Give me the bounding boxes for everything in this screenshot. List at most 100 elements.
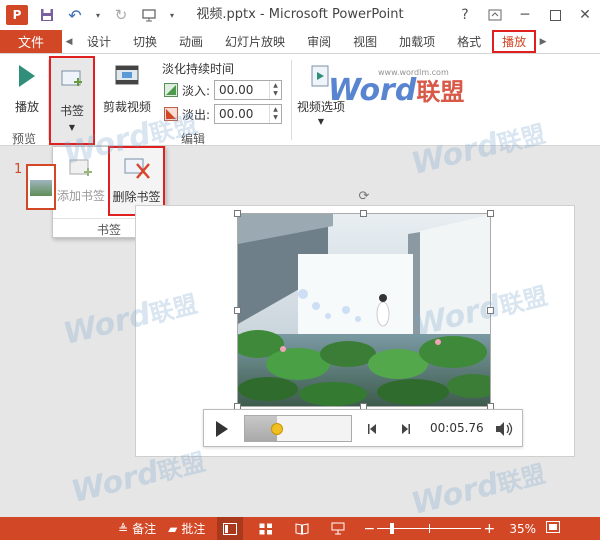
tab-addins[interactable]: 加载项 [388,30,446,53]
step-forward-icon [402,424,410,434]
tab-playback[interactable]: 播放 [492,30,537,53]
undo-dropdown-icon[interactable]: ▾ [94,6,102,24]
remove-bookmark-icon [124,158,150,179]
zoom-slider-thumb[interactable] [389,523,394,534]
comments-button[interactable]: ▰ 批注 [162,517,211,540]
slide-number: 1 [14,162,23,177]
ribbon-playback: 播放 预览 书签 ▼ 剪裁视频 淡化持续时间 淡入: 00.00 ▲ ▼ 淡出: … [0,54,600,146]
normal-view-icon [223,522,238,535]
fade-in-value: 00.00 [219,83,254,97]
resize-handle-top-right[interactable] [487,210,494,217]
redo-icon[interactable]: ↻ [112,6,130,24]
player-play-button[interactable] [214,420,230,438]
minimize-icon[interactable]: ─ [510,0,540,30]
fade-in-input[interactable]: 00.00 ▲ ▼ [214,80,283,100]
title-bar: P ↶ ▾ ↻ ▾ 视频.pptx - Microsoft PowerPoint… [0,0,600,30]
tab-transitions[interactable]: 切换 [122,30,168,53]
slide-thumbnail[interactable] [26,164,56,210]
zoom-slider[interactable] [377,517,482,540]
volume-button[interactable] [494,420,514,438]
play-button[interactable]: 播放 [8,60,46,115]
add-bookmark-button[interactable]: 添加书签 [55,151,107,215]
bookmark-dropdown-icon: ▼ [68,123,76,132]
normal-view-button[interactable] [217,517,244,540]
video-options-button[interactable]: 视频选项 ▼ [294,60,348,126]
video-options-dropdown-icon: ▼ [317,117,325,126]
help-icon[interactable]: ? [450,0,480,30]
trim-video-label: 剪裁视频 [102,100,151,114]
customize-qat-icon[interactable]: ▾ [168,6,176,24]
watermark-logo: Word联盟 [407,459,549,522]
reading-view-button[interactable] [289,517,315,540]
start-slideshow-icon[interactable] [140,6,158,24]
resize-handle-top[interactable] [360,210,367,217]
close-icon[interactable]: ✕ [570,0,600,30]
status-bar: ≜ 备注 ▰ 批注 − + 35% [0,517,600,540]
group-preview-label: 预览 [12,132,37,146]
slide-sorter-icon [259,523,273,534]
resize-handle-left[interactable] [234,307,241,314]
group-edit-label: 编辑 [181,132,206,146]
fade-out-row: 淡出: 00.00 ▲ ▼ [164,104,283,124]
media-controls: 00:05.76 [203,409,523,447]
tab-animations[interactable]: 动画 [168,30,214,53]
separator [291,60,292,140]
resize-handle-top-left[interactable] [234,210,241,217]
tab-scroll-right-icon[interactable]: ▶ [536,30,550,53]
move-forward-button[interactable] [398,421,412,437]
video-frame[interactable] [237,213,491,407]
slideshow-view-button[interactable] [325,517,351,540]
rotate-handle-icon[interactable]: ⟳ [357,190,371,204]
film-trim-icon [113,60,141,92]
fade-in-icon [164,83,178,97]
fade-in-row: 淡入: 00.00 ▲ ▼ [164,80,283,100]
add-bookmark-label: 添加书签 [56,189,105,203]
play-label: 播放 [14,100,39,114]
video-scene [238,214,490,406]
undo-icon[interactable]: ↶ [66,6,84,25]
notes-icon: ≜ [118,521,129,536]
notes-label: 备注 [132,522,157,536]
volume-icon [496,422,513,436]
step-back-icon [368,424,376,434]
slide-sorter-view-button[interactable] [253,517,279,540]
notes-button[interactable]: ≜ 备注 [112,517,162,540]
powerpoint-logo-icon[interactable]: P [6,5,28,25]
bookmark-button[interactable]: 书签 ▼ [49,56,95,145]
tab-scroll-left-icon[interactable]: ◀ [62,30,76,53]
fit-to-window-icon [546,521,560,533]
fit-slide-button[interactable] [546,521,560,536]
video-options-label: 视频选项 [296,100,345,114]
fade-out-spinner[interactable]: ▲ ▼ [269,105,281,123]
play-icon [216,421,228,437]
zoom-out-button[interactable]: − [363,521,375,537]
tab-design[interactable]: 设计 [76,30,122,53]
ribbon-display-options-icon[interactable] [480,0,510,30]
save-icon[interactable] [38,6,56,24]
fade-out-value: 00.00 [219,107,254,121]
comments-label: 批注 [181,522,206,536]
ribbon-tabs: 文件 ◀ 设计 切换 动画 幻灯片放映 审阅 视图 加载项 格式 播放 ▶ [0,30,600,54]
seek-bar-position-icon[interactable] [270,423,283,435]
fade-out-input[interactable]: 00.00 ▲ ▼ [214,104,283,124]
tab-slideshow[interactable]: 幻灯片放映 [214,30,296,53]
tab-view[interactable]: 视图 [342,30,388,53]
tab-format[interactable]: 格式 [446,30,492,53]
fade-in-spinner[interactable]: ▲ ▼ [269,81,281,99]
tab-review[interactable]: 审阅 [296,30,342,53]
trim-video-button[interactable]: 剪裁视频 [100,60,154,115]
tab-file[interactable]: 文件 [0,30,62,53]
fade-duration-title: 淡化持续时间 [162,62,235,76]
zoom-center-tick [429,524,431,533]
maximize-icon[interactable] [540,0,570,30]
remove-bookmark-label: 删除书签 [112,190,161,204]
resize-handle-right[interactable] [487,307,494,314]
quick-access-toolbar: P ↶ ▾ ↻ ▾ [0,0,176,30]
seek-bar[interactable] [244,415,352,442]
move-back-button[interactable] [366,421,380,437]
zoom-level[interactable]: 35% [509,522,536,536]
video-options-icon [309,60,333,92]
zoom-in-button[interactable]: + [483,521,495,537]
reading-view-icon [295,522,309,535]
slideshow-view-icon [331,522,345,535]
